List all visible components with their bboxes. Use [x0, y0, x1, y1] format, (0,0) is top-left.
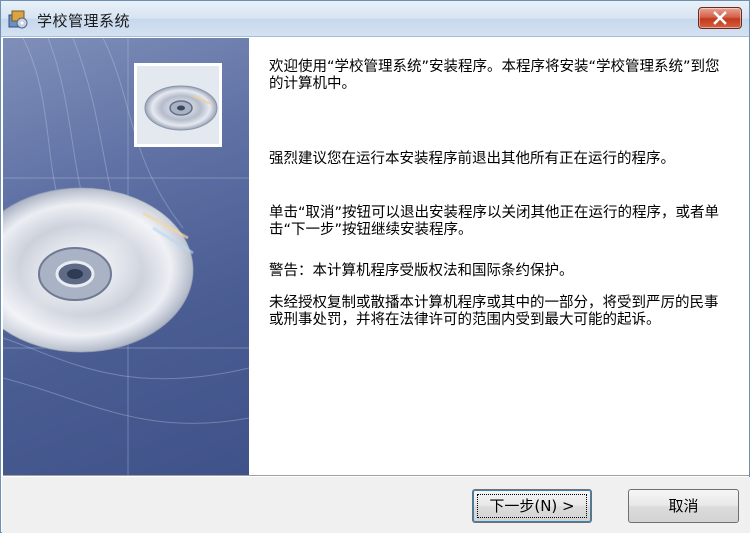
- copyright-paragraph: 未经授权复制或散播本计算机程序或其中的一部分，将受到严厉的民事或刑事处罚，并将在…: [269, 295, 719, 328]
- close-button[interactable]: [698, 7, 742, 29]
- next-button[interactable]: 下一步(N) >: [472, 489, 592, 523]
- focus-rect: [477, 494, 587, 518]
- installer-banner: [3, 38, 249, 475]
- close-icon: [699, 8, 741, 28]
- cancel-button[interactable]: 取消: [628, 489, 739, 523]
- cd-disc-icon: [134, 63, 222, 147]
- installer-window: 学校管理系统 欢迎使用“学校管理系统”安装程序。本程序将安装“学校管理系统”到您…: [0, 0, 750, 533]
- recommendation-paragraph: 强烈建议您在运行本安装程序前退出其他所有正在运行的程序。: [269, 151, 675, 167]
- button-bar: 下一步(N) > 取消: [2, 477, 750, 533]
- welcome-paragraph: 欢迎使用“学校管理系统”安装程序。本程序将安装“学校管理系统”到您的计算机中。: [269, 59, 720, 92]
- instructions-paragraph: 单击“取消”按钮可以退出安装程序以关闭其他正在运行的程序，或者单击“下一步”按钮…: [269, 205, 720, 238]
- title-bar[interactable]: 学校管理系统: [1, 1, 749, 37]
- warning-paragraph: 警告：本计算机程序受版权法和国际条约保护。: [269, 263, 574, 279]
- installer-icon: [7, 9, 29, 29]
- cancel-button-label: 取消: [668, 497, 699, 515]
- window-title: 学校管理系统: [37, 12, 131, 30]
